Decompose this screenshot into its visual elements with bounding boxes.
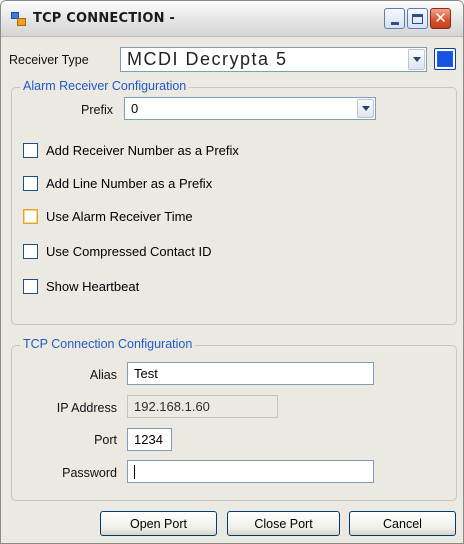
prefix-dropdown-button[interactable] bbox=[357, 99, 374, 118]
ip-address-label: IP Address bbox=[56, 401, 117, 415]
receiver-color-button[interactable] bbox=[434, 48, 456, 70]
tcp-connection-window: TCP CONNECTION - ✕ Receiver Type MCDI De… bbox=[0, 0, 464, 544]
open-port-button[interactable]: Open Port bbox=[100, 511, 217, 536]
tcp-connection-config-legend: TCP Connection Configuration bbox=[20, 337, 196, 351]
app-window-icon bbox=[11, 12, 27, 26]
port-input[interactable]: 1234 bbox=[127, 428, 172, 451]
alias-label: Alias bbox=[89, 368, 117, 382]
receiver-type-select[interactable]: MCDI Decrypta 5 bbox=[120, 47, 427, 72]
checkbox[interactable] bbox=[23, 176, 38, 191]
password-input[interactable] bbox=[127, 460, 374, 483]
prefix-label: Prefix bbox=[81, 103, 113, 117]
alias-input[interactable]: Test bbox=[127, 362, 374, 385]
receiver-type-dropdown-button[interactable] bbox=[408, 49, 425, 70]
checkbox[interactable] bbox=[23, 209, 38, 224]
checkbox-label: Use Alarm Receiver Time bbox=[46, 209, 193, 224]
text-caret bbox=[134, 464, 135, 479]
close-port-button[interactable]: Close Port bbox=[227, 511, 340, 536]
prefix-select[interactable]: 0 bbox=[124, 97, 376, 120]
checkbox-label: Add Line Number as a Prefix bbox=[46, 176, 213, 191]
checkbox-show-heartbeat[interactable]: Show Heartbeat bbox=[23, 279, 139, 294]
checkbox[interactable] bbox=[23, 279, 38, 294]
checkbox[interactable] bbox=[23, 244, 38, 259]
minimize-icon bbox=[390, 21, 399, 25]
minimize-button[interactable] bbox=[384, 8, 405, 29]
title-bar[interactable]: TCP CONNECTION - ✕ bbox=[1, 1, 463, 37]
chevron-down-icon bbox=[412, 57, 421, 62]
checkbox-add-receiver-number[interactable]: Add Receiver Number as a Prefix bbox=[23, 143, 239, 158]
checkbox[interactable] bbox=[23, 143, 38, 158]
chevron-down-icon bbox=[361, 106, 370, 111]
cancel-button[interactable]: Cancel bbox=[349, 511, 456, 536]
prefix-value: 0 bbox=[131, 101, 139, 116]
port-label: Port bbox=[94, 433, 117, 447]
checkbox-label: Add Receiver Number as a Prefix bbox=[46, 143, 239, 158]
checkbox-use-compressed-contact-id[interactable]: Use Compressed Contact ID bbox=[23, 244, 211, 259]
maximize-icon bbox=[412, 13, 423, 24]
receiver-type-label: Receiver Type bbox=[9, 53, 89, 67]
checkbox-add-line-number[interactable]: Add Line Number as a Prefix bbox=[23, 176, 212, 191]
alarm-receiver-config-legend: Alarm Receiver Configuration bbox=[20, 79, 190, 93]
receiver-type-value: MCDI Decrypta 5 bbox=[127, 49, 288, 69]
ip-address-field: 192.168.1.60 bbox=[127, 395, 278, 418]
checkbox-use-alarm-receiver-time[interactable]: Use Alarm Receiver Time bbox=[23, 209, 193, 224]
maximize-button[interactable] bbox=[407, 8, 428, 29]
checkbox-label: Show Heartbeat bbox=[46, 279, 140, 294]
checkbox-label: Use Compressed Contact ID bbox=[46, 244, 212, 259]
password-label: Password bbox=[62, 466, 117, 480]
close-button[interactable]: ✕ bbox=[430, 8, 451, 29]
close-icon: ✕ bbox=[434, 9, 447, 27]
window-title: TCP CONNECTION - bbox=[33, 11, 175, 26]
